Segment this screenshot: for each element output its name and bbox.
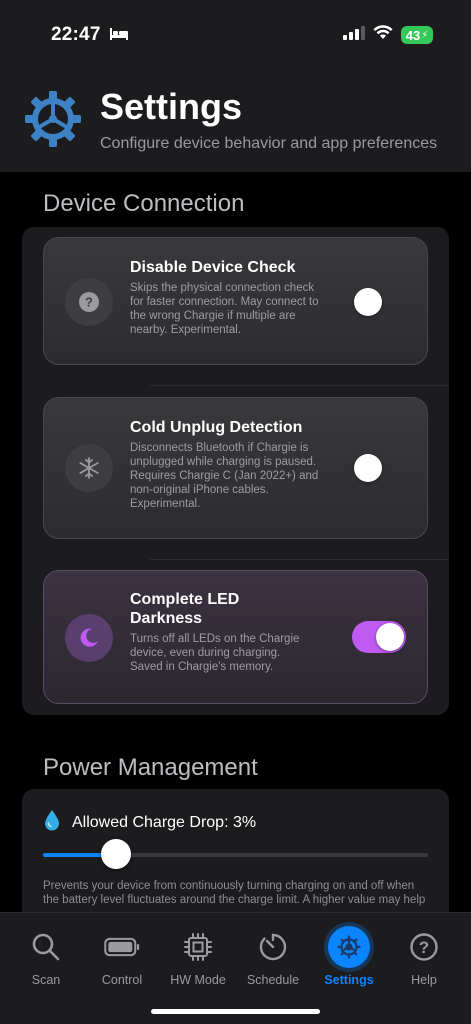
cold-unplug-detection-toggle[interactable]	[352, 452, 406, 484]
tab-label: Settings	[324, 973, 374, 987]
setting-title: Disable Device Check	[130, 259, 296, 276]
toggle-knob	[354, 288, 382, 316]
charge-drop-row: Allowed Charge Drop: 3%	[44, 809, 256, 836]
snowflake-icon	[65, 444, 113, 492]
timer-icon	[255, 929, 291, 965]
tab-control[interactable]: Control	[84, 913, 160, 993]
tab-label: Help	[411, 973, 437, 987]
setting-title: Complete LED Darkness	[130, 591, 240, 627]
power-management-group: Allowed Charge Drop: 3% Prevents your de…	[22, 789, 449, 924]
magnifier-icon	[28, 929, 64, 965]
setting-cold-unplug-detection: Cold Unplug Detection Disconnects Blueto…	[43, 397, 428, 539]
divider	[150, 385, 449, 386]
battery-level: 43	[405, 27, 421, 43]
slider-fill	[43, 853, 109, 857]
setting-description: Skips the physical connection check for …	[130, 282, 319, 336]
battery-icon	[104, 929, 140, 965]
home-indicator[interactable]	[151, 1009, 320, 1014]
section-title-device-connection: Device Connection	[43, 190, 245, 217]
status-indicators: 43 ⚡	[343, 25, 433, 45]
help-icon: ?	[406, 929, 442, 965]
disable-device-check-toggle[interactable]	[352, 286, 406, 318]
section-title-power-management: Power Management	[43, 754, 258, 781]
charge-drop-slider[interactable]	[43, 839, 428, 869]
setting-title: Cold Unplug Detection	[130, 419, 303, 436]
divider	[150, 559, 449, 560]
sleep-bed-icon	[109, 27, 129, 46]
tab-label: Scan	[31, 973, 61, 987]
device-connection-group: ? Disable Device Check Skips the physica…	[22, 227, 449, 715]
status-time: 22:47	[51, 24, 101, 45]
tab-label: Control	[101, 973, 143, 987]
charge-drop-description: Prevents your device from continuously t…	[43, 880, 426, 906]
cellular-signal-icon	[343, 25, 365, 45]
svg-text:?: ?	[85, 295, 93, 310]
moon-icon	[65, 614, 113, 662]
setting-description: Disconnects Bluetooth if Chargie is unpl…	[130, 442, 319, 510]
tab-label: Schedule	[246, 973, 300, 987]
page-header: Settings Configure device behavior and a…	[0, 64, 471, 172]
wifi-icon	[373, 25, 393, 45]
tab-help[interactable]: ? Help	[386, 913, 462, 993]
setting-disable-device-check: ? Disable Device Check Skips the physica…	[43, 237, 428, 365]
charging-bolt-icon: ⚡	[421, 29, 429, 41]
toggle-knob	[354, 454, 382, 482]
setting-description: Turns off all LEDs on the Chargie device…	[130, 633, 300, 673]
gear-icon	[328, 926, 370, 968]
page-subtitle: Configure device behavior and app prefer…	[100, 135, 438, 152]
tab-settings[interactable]: Settings	[311, 913, 387, 993]
status-bar: 22:47 43 ⚡	[0, 0, 471, 64]
question-icon: ?	[65, 278, 113, 326]
tab-label: HW Mode	[170, 973, 226, 987]
tab-hw-mode[interactable]: HW Mode	[160, 913, 236, 993]
tab-scan[interactable]: Scan	[8, 913, 84, 993]
chip-icon	[180, 929, 216, 965]
water-drop-icon	[44, 809, 60, 836]
settings-gear-icon	[24, 90, 82, 153]
svg-text:?: ?	[419, 938, 429, 957]
complete-led-darkness-toggle[interactable]	[352, 621, 406, 653]
slider-thumb[interactable]	[101, 839, 132, 869]
charge-drop-label: Allowed Charge Drop: 3%	[72, 813, 257, 831]
battery-indicator: 43 ⚡	[401, 26, 433, 44]
page-title: Settings	[100, 86, 243, 127]
tab-bar: Scan Control HW Mode Schedule Settings ?…	[0, 912, 471, 1024]
toggle-knob	[376, 623, 404, 651]
setting-complete-led-darkness: Complete LED Darkness Turns off all LEDs…	[43, 570, 428, 704]
tab-schedule[interactable]: Schedule	[235, 913, 311, 993]
